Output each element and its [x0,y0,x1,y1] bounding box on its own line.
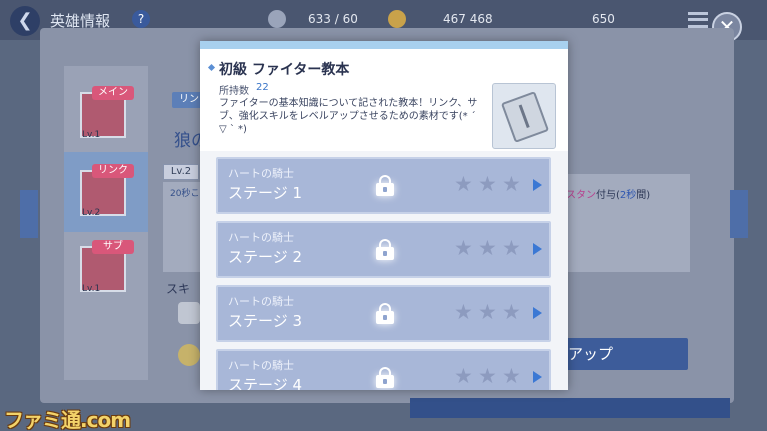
stage-name: ステージ 2 [228,248,303,266]
stage-name: ステージ 3 [228,312,303,330]
stage-row[interactable]: ハートの騎士 ステージ 4 ★ ★ ★ [216,349,551,390]
stage-boss-name: ハートの騎士 [228,359,294,372]
star-icon: ★ [478,236,497,260]
skill-effect-text: スタン付与(2秒間) [566,190,651,201]
next-arrow-icon[interactable] [730,190,748,238]
bottom-bar [410,398,730,418]
star-icon: ★ [454,300,473,324]
link-slot-level: Lv.2 [82,208,101,218]
sub-slot-tag: サブ [92,240,134,254]
stage-boss-name: ハートの騎士 [228,167,294,180]
stage-row[interactable]: ハートの騎士 ステージ 3 ★ ★ ★ [216,285,551,342]
gem-value: 650 [592,12,615,26]
play-arrow-icon[interactable] [533,243,542,255]
stamina-icon [268,10,286,28]
stage-list[interactable]: ハートの騎士 ステージ 1 ★ ★ ★ ハートの騎士 ステージ 2 ★ ★ ★ ハートの… [200,151,568,390]
lock-icon [376,239,394,260]
help-icon[interactable]: ? [132,10,150,28]
star-icon: ★ [502,236,521,260]
star-icon: ★ [454,364,473,388]
quantity-value: 22 [256,82,269,93]
sub-slot-level: Lv.1 [82,284,101,294]
prev-arrow-icon[interactable] [20,190,38,238]
lock-icon [376,367,394,388]
diamond-bullet-icon [207,63,216,72]
stage-name: ステージ 4 [228,376,303,390]
star-rating: ★ ★ ★ [454,173,524,195]
play-arrow-icon[interactable] [533,307,542,319]
play-arrow-icon[interactable] [533,371,542,383]
stage-name: ステージ 1 [228,184,303,202]
star-icon: ★ [454,172,473,196]
main-slot-tag: メイン [92,86,134,100]
gold-value: 467 468 [443,12,493,26]
star-rating: ★ ★ ★ [454,301,524,323]
star-icon: ★ [478,300,497,324]
material-icon [178,302,200,324]
star-icon: ★ [502,364,521,388]
coin-icon [178,344,200,366]
item-icon-frame [492,83,556,149]
lock-icon [376,175,394,196]
play-arrow-icon[interactable] [533,179,542,191]
star-icon: ★ [478,172,497,196]
star-icon: ★ [478,364,497,388]
quantity-label: 所持数 [219,86,249,97]
star-icon: ★ [454,236,473,260]
star-icon: ★ [502,300,521,324]
stage-row[interactable]: ハートの騎士 ステージ 1 ★ ★ ★ [216,157,551,214]
lock-icon [376,303,394,324]
skill-section-label: スキ [166,282,191,296]
item-detail-popup: 初級 ファイター教本 所持数 22 ファイターの基本知識について記された教本！リ… [200,41,568,390]
star-icon: ★ [502,172,521,196]
star-rating: ★ ★ ★ [454,237,524,259]
star-rating: ★ ★ ★ [454,365,524,387]
link-slot-tag: リンク [92,164,134,178]
stamina-value: 633 / 60 [308,12,358,26]
level-up-button[interactable]: アップ [556,338,688,370]
item-title: 初級 ファイター教本 [219,62,350,78]
back-arrow-icon[interactable]: ❮ [10,6,40,36]
main-slot-level: Lv.1 [82,130,101,140]
skill-level-badge: Lv.2 [163,164,199,180]
gold-icon [388,10,406,28]
book-icon [500,91,550,143]
stage-row[interactable]: ハートの騎士 ステージ 2 ★ ★ ★ [216,221,551,278]
popup-top-accent [200,41,568,49]
watermark-logo: ファミ通.com [4,408,131,431]
stage-boss-name: ハートの騎士 [228,231,294,244]
item-description: ファイターの基本知識について記された教本！リンク、サブ、強化スキルをレベルアップ… [219,98,478,135]
skill-desc-text: 20秒こ [170,189,200,199]
menu-icon[interactable] [688,12,708,28]
stage-boss-name: ハートの騎士 [228,295,294,308]
